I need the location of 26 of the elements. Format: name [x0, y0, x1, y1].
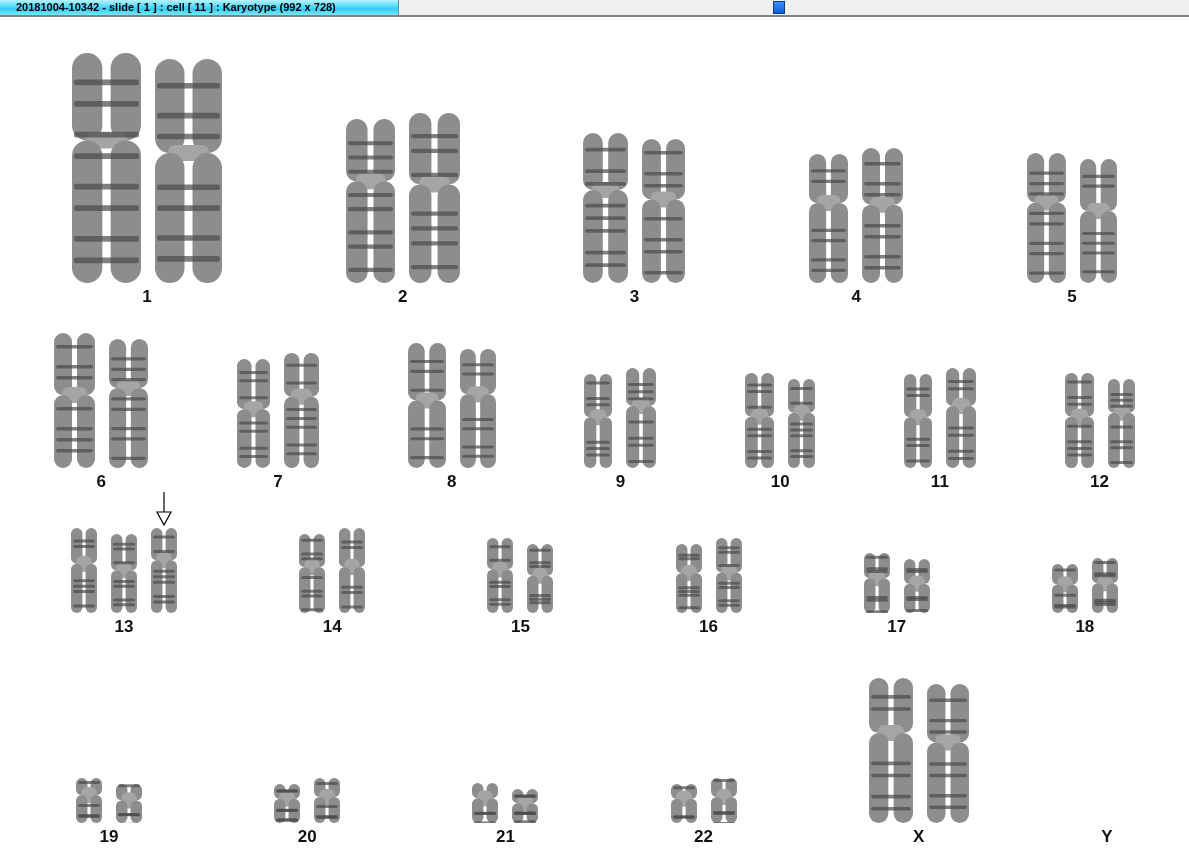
chromosome-number: 10 [770, 472, 790, 492]
chromosome-number: 19 [99, 827, 119, 847]
chromosome-number: 3 [628, 287, 641, 307]
chromosome-number: 2 [396, 287, 409, 307]
chromosome-number: 4 [850, 287, 862, 307]
chromosome-number: 5 [1066, 287, 1078, 307]
chromosome-number: 15 [510, 617, 530, 637]
chromosome-number: 9 [614, 472, 627, 492]
chromosome-number: X [912, 827, 925, 847]
chromosome-number: 11 [930, 472, 949, 492]
chromosome-number: 8 [446, 472, 458, 492]
chromosome-number: 1 [141, 287, 153, 307]
chromosome-number: 20 [297, 827, 317, 847]
window-title: 20181004-10342 - slide [ 1 ] : cell [ 11 ] : Karyotype (992 x 728) [0, 0, 399, 15]
chromosome-number: 14 [322, 617, 342, 637]
chromosome-number: 16 [699, 617, 718, 637]
chromosome-number: 18 [1075, 617, 1095, 637]
chromosome-number: 17 [887, 617, 907, 637]
chromosome-number: 22 [694, 827, 713, 847]
chromosome-number: 7 [272, 472, 284, 492]
chromosome-number: 13 [114, 617, 134, 637]
handle-icon[interactable] [773, 1, 785, 14]
chromosome-number: 6 [95, 472, 108, 492]
chromosome-number: 21 [495, 827, 515, 847]
chromosome-number: Y [1100, 827, 1113, 847]
chromosome-number: 12 [1090, 472, 1109, 492]
